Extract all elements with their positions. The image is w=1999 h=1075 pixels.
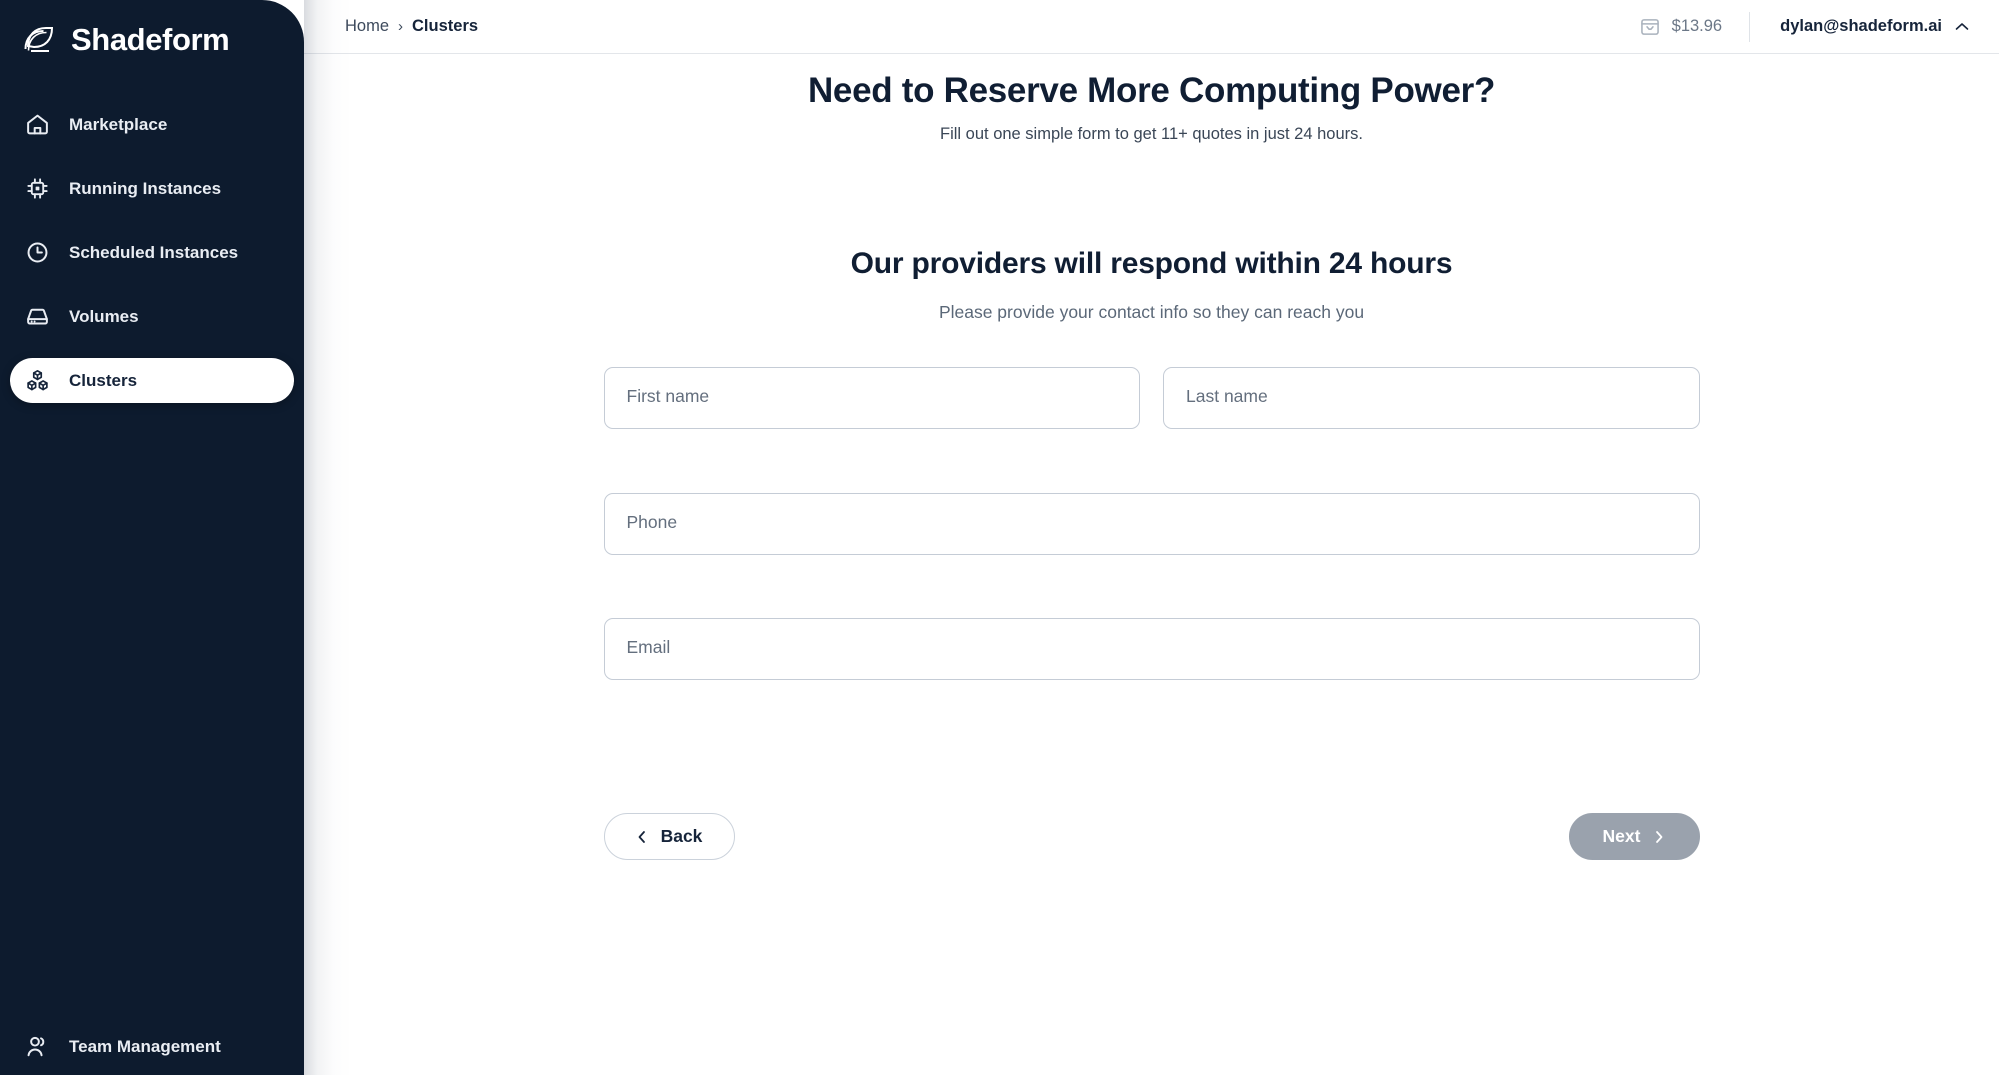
sidebar-item-label: Running Instances (69, 178, 222, 198)
next-button-label: Next (1602, 826, 1641, 846)
sidebar-item-label: Volumes (69, 306, 139, 326)
contact-form: First name Last name Phone Email (603, 323, 1700, 680)
account-balance[interactable]: $13.96 (1639, 16, 1749, 38)
phone-placeholder: Phone (626, 511, 678, 532)
account-email: dylan@shadeform.ai (1780, 17, 1942, 35)
sidebar-item-label: Scheduled Instances (69, 242, 239, 262)
wizard-footer: Back Next (603, 680, 1700, 860)
cpu-chip-icon (27, 178, 48, 199)
email-field[interactable]: Email (603, 618, 1700, 680)
phone-field[interactable]: Phone (603, 493, 1700, 555)
chevron-right-icon (1656, 830, 1663, 843)
main-content: Need to Reserve More Computing Power? Fi… (304, 54, 1999, 1075)
first-name-field[interactable]: First name (603, 367, 1140, 429)
sidebar-item-label: Marketplace (69, 114, 168, 134)
sidebar-nav: Marketplace Running Instances Scheduled … (0, 102, 304, 403)
next-button[interactable]: Next (1568, 813, 1700, 860)
hard-drive-icon (27, 308, 48, 325)
page-subtitle: Fill out one simple form to get 11+ quot… (940, 125, 1363, 143)
sidebar-item-label: Team Management (69, 1036, 221, 1056)
sidebar-item-team-management[interactable]: Team Management (10, 1024, 294, 1069)
header-right-group: $13.96 dylan@shadeform.ai (1639, 0, 1999, 53)
back-button-label: Back (660, 826, 703, 846)
last-name-placeholder: Last name (1186, 385, 1268, 406)
app-root: Shadeform Marketplace Running Instances (0, 0, 1999, 1075)
balance-amount: $13.96 (1671, 17, 1723, 35)
clusters-icon (27, 369, 48, 391)
sidebar-item-label: Clusters (69, 370, 138, 390)
sidebar-bottom-nav: Team Management (0, 1024, 304, 1075)
breadcrumb: Home › Clusters (345, 17, 478, 36)
section-subtitle: Please provide your contact info so they… (938, 302, 1365, 322)
account-menu[interactable]: dylan@shadeform.ai (1750, 17, 1999, 36)
breadcrumb-clusters[interactable]: Clusters (412, 17, 478, 36)
clock-icon (27, 242, 48, 263)
users-icon (27, 1036, 45, 1057)
home-icon (27, 114, 48, 135)
sidebar-item-clusters[interactable]: Clusters (10, 358, 294, 403)
last-name-field[interactable]: Last name (1163, 367, 1700, 429)
top-header: Home › Clusters $13.96 dylan@shadeform.a… (304, 0, 1999, 54)
brand-name: Shadeform (71, 22, 230, 57)
archive-box-icon (1640, 18, 1659, 35)
sidebar-item-marketplace[interactable]: Marketplace (10, 102, 294, 147)
sidebar: Shadeform Marketplace Running Instances (0, 0, 304, 1075)
first-name-placeholder: First name (626, 385, 710, 406)
back-button[interactable]: Back (603, 813, 735, 860)
chevron-up-icon (1955, 23, 1969, 30)
email-placeholder: Email (626, 636, 671, 657)
shadeform-logo-icon (24, 27, 54, 52)
chevron-left-icon (638, 830, 645, 843)
breadcrumb-home[interactable]: Home (345, 17, 389, 36)
brand-logo[interactable]: Shadeform (0, 0, 304, 62)
sidebar-item-volumes[interactable]: Volumes (10, 294, 294, 339)
sidebar-item-scheduled-instances[interactable]: Scheduled Instances (10, 230, 294, 275)
section-title: Our providers will respond within 24 hou… (850, 247, 1453, 280)
breadcrumb-separator-icon: › (398, 18, 404, 35)
sidebar-item-running-instances[interactable]: Running Instances (10, 166, 294, 211)
page-title: Need to Reserve More Computing Power? (807, 71, 1496, 110)
name-row: First name Last name (603, 367, 1700, 429)
